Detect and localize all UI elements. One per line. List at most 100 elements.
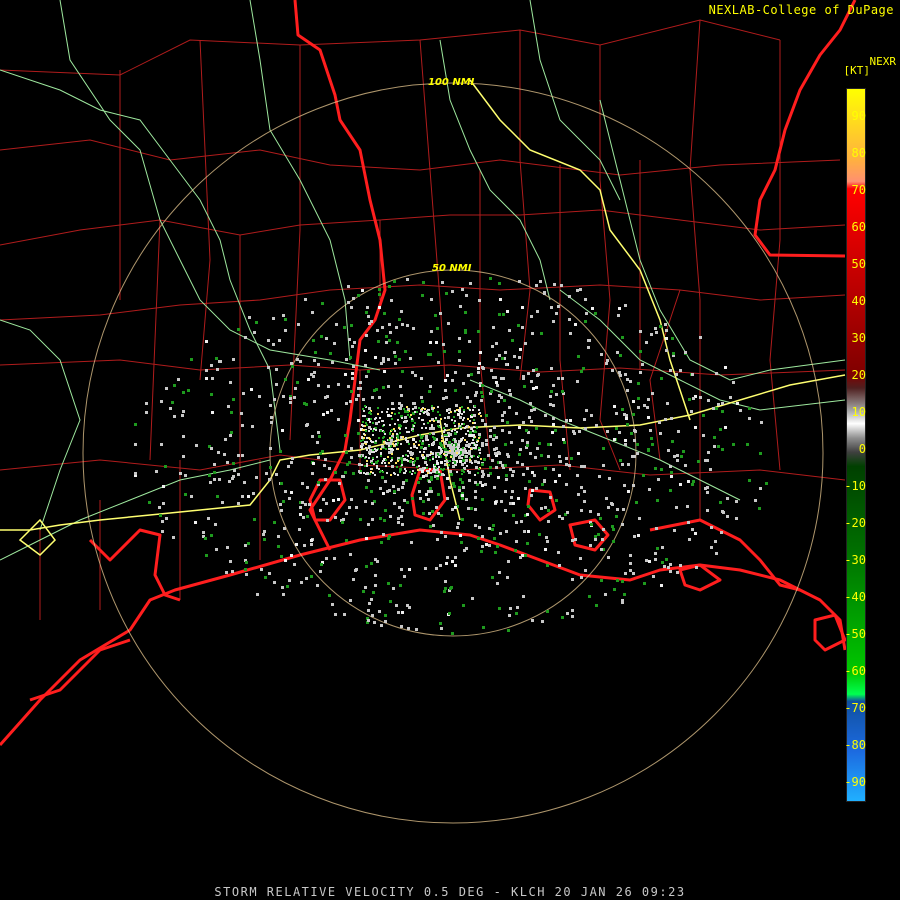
ring-label-100nmi: 100 NMI <box>428 77 475 88</box>
echo-pixel <box>520 520 523 523</box>
echo-pixel <box>365 565 368 568</box>
echo-pixel <box>371 614 374 617</box>
echo-pixel <box>244 544 247 547</box>
echo-pixel <box>484 483 487 486</box>
echo-pixel <box>365 456 367 458</box>
echo-pixel <box>459 409 461 411</box>
echo-pixel <box>584 427 587 430</box>
echo-pixel <box>379 417 381 419</box>
echo-pixel <box>507 629 510 632</box>
echo-pixel <box>432 456 434 458</box>
echo-pixel <box>290 362 293 365</box>
echo-pixel <box>260 568 263 571</box>
echo-pixel <box>350 306 353 309</box>
echo-pixel <box>446 556 449 559</box>
echo-pixel <box>602 447 605 450</box>
echo-pixel <box>626 378 629 381</box>
echo-pixel <box>398 407 400 409</box>
echo-pixel <box>452 465 455 468</box>
echo-pixel <box>352 365 355 368</box>
echo-pixel <box>519 348 522 351</box>
echo-pixel <box>713 445 716 448</box>
echo-pixel <box>397 474 399 476</box>
echo-pixel <box>311 311 314 314</box>
echo-pixel <box>361 424 363 426</box>
echo-pixel <box>488 544 491 547</box>
echo-pixel <box>478 447 480 449</box>
echo-pixel <box>615 427 618 430</box>
echo-pixel <box>444 535 447 538</box>
echo-pixel <box>421 400 424 403</box>
echo-pixel <box>530 380 533 383</box>
echo-pixel <box>748 407 751 410</box>
echo-pixel <box>615 515 618 518</box>
echo-pixel <box>393 472 395 474</box>
echo-pixel <box>405 470 407 472</box>
echo-pixel <box>429 487 432 490</box>
echo-pixel <box>268 572 271 575</box>
echo-pixel <box>515 521 518 524</box>
echo-pixel <box>368 430 370 432</box>
echo-pixel <box>633 439 636 442</box>
color-scale-tick: 40 <box>851 294 866 308</box>
echo-pixel <box>372 472 374 474</box>
echo-pixel <box>382 357 385 360</box>
echo-pixel <box>213 471 216 474</box>
echo-pixel <box>493 426 496 429</box>
echo-pixel <box>440 627 443 630</box>
echo-pixel <box>518 356 521 359</box>
echo-pixel <box>649 429 652 432</box>
echo-pixel <box>510 496 513 499</box>
echo-pixel <box>622 508 625 511</box>
echo-pixel <box>410 453 413 456</box>
echo-pixel <box>448 408 451 411</box>
echo-pixel <box>247 495 250 498</box>
echo-pixel <box>465 547 468 550</box>
echo-pixel <box>462 382 465 385</box>
echo-pixel <box>255 321 258 324</box>
echo-pixel <box>489 429 492 432</box>
echo-pixel <box>404 468 406 470</box>
echo-pixel <box>322 498 325 501</box>
echo-pixel <box>240 412 243 415</box>
echo-pixel <box>406 420 408 422</box>
echo-pixel <box>461 481 464 484</box>
echo-pixel <box>571 539 574 542</box>
echo-pixel <box>758 507 761 510</box>
echo-pixel <box>348 506 351 509</box>
echo-pixel <box>477 371 480 374</box>
echo-pixel <box>417 481 420 484</box>
echo-pixel <box>440 461 443 464</box>
echo-pixel <box>456 526 459 529</box>
echo-pixel <box>272 343 275 346</box>
echo-pixel <box>669 570 672 573</box>
echo-pixel <box>381 326 384 329</box>
echo-pixel <box>384 614 387 617</box>
echo-pixel <box>430 298 433 301</box>
echo-pixel <box>498 313 501 316</box>
echo-pixel <box>654 467 657 470</box>
echo-pixel <box>522 595 525 598</box>
echo-pixel <box>643 404 646 407</box>
echo-pixel <box>434 464 436 466</box>
echo-pixel <box>273 521 276 524</box>
echo-pixel <box>719 428 722 431</box>
echo-pixel <box>613 588 616 591</box>
echo-pixel <box>430 490 433 493</box>
echo-pixel <box>302 516 305 519</box>
echo-pixel <box>605 362 608 365</box>
echo-pixel <box>618 371 621 374</box>
echo-pixel <box>305 403 308 406</box>
echo-pixel <box>463 411 465 413</box>
echo-pixel <box>397 488 400 491</box>
color-scale-tick: 30 <box>851 331 866 345</box>
echo-pixel <box>726 515 729 518</box>
echo-pixel <box>547 509 550 512</box>
echo-pixel <box>467 507 470 510</box>
echo-pixel <box>511 490 514 493</box>
echo-pixel <box>301 501 304 504</box>
echo-pixel <box>173 415 176 418</box>
echo-pixel <box>717 445 720 448</box>
echo-pixel <box>384 509 387 512</box>
echo-pixel <box>282 314 285 317</box>
